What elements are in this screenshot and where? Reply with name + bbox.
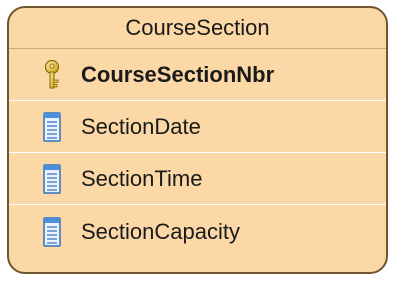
column-name: SectionTime: [81, 166, 203, 191]
key-icon: [41, 59, 63, 91]
entity-title: CourseSection: [9, 8, 386, 49]
column-name: CourseSectionNbr: [81, 62, 275, 87]
column-row-section-time[interactable]: SectionTime: [9, 154, 386, 205]
column-icon: [41, 216, 63, 248]
column-name: SectionDate: [81, 114, 201, 139]
column-icon: [41, 163, 63, 195]
entity-course-section[interactable]: CourseSection CourseSectionNbr SectionDa…: [7, 6, 388, 274]
column-row-section-capacity[interactable]: SectionCapacity: [9, 206, 386, 257]
column-row-section-date[interactable]: SectionDate: [9, 102, 386, 153]
column-row-course-section-nbr[interactable]: CourseSectionNbr: [9, 50, 386, 101]
column-icon: [41, 111, 63, 143]
column-name: SectionCapacity: [81, 218, 240, 244]
